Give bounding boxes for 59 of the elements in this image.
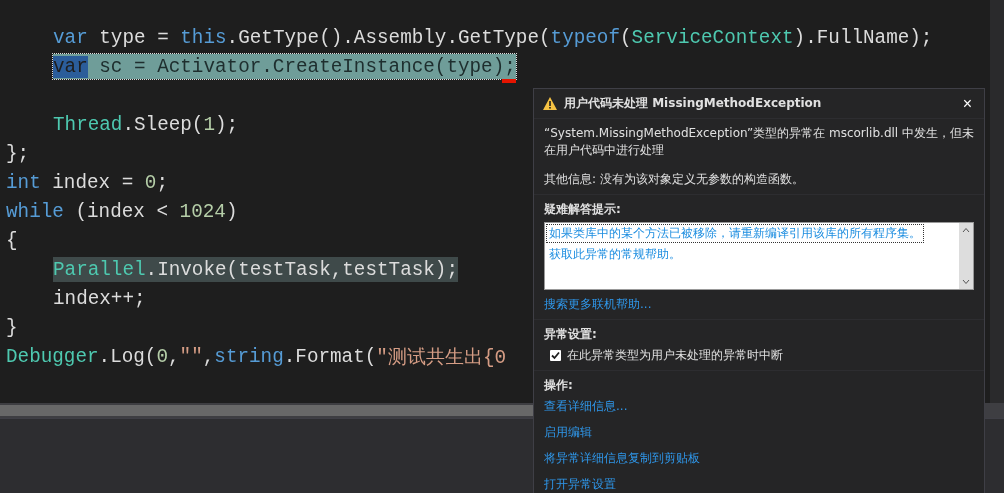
- code-token: Parallel: [53, 258, 146, 281]
- section-heading: 疑难解答提示:: [544, 201, 622, 218]
- break-checkbox[interactable]: [550, 350, 561, 361]
- code-token: .Invoke(testTask,testTask);: [145, 258, 458, 281]
- code-token: }: [6, 316, 18, 339]
- code-token: type =: [98, 26, 170, 49]
- code-token: typeof: [550, 26, 620, 49]
- action-link[interactable]: 启用编辑: [544, 424, 974, 441]
- code-token: (index <: [74, 200, 169, 223]
- section-heading: 操作:: [544, 377, 574, 394]
- chevron-down-icon[interactable]: [962, 279, 970, 285]
- exception-message: “System.MissingMethodException”类型的异常在 mscorlib.dll 中发生，但未在用户代码中进行处理: [544, 125, 974, 159]
- code-token: 1: [203, 113, 215, 136]
- vertical-scrollbar[interactable]: [990, 0, 1004, 403]
- code-token: {: [6, 229, 18, 252]
- action-link[interactable]: 查看详细信息...: [544, 398, 974, 415]
- error-marker: [501, 79, 516, 83]
- tip-link[interactable]: 获取此异常的常规帮助。: [547, 246, 683, 263]
- code-token: ,: [168, 345, 180, 368]
- code-token: ): [225, 200, 238, 223]
- code-token: ).FullName);: [793, 26, 933, 49]
- close-button[interactable]: ×: [958, 94, 976, 113]
- code-token: ;: [156, 171, 168, 194]
- code-token: );: [215, 113, 239, 136]
- code-token: };: [6, 142, 30, 165]
- code-token: (: [620, 26, 632, 49]
- checkbox-label: 在此异常类型为用户未处理的异常时中断: [567, 347, 783, 364]
- action-link[interactable]: 将异常详细信息复制到剪贴板: [544, 450, 974, 467]
- code-token: .Format(: [283, 345, 377, 368]
- code-token: sc = Activator.CreateInstance(type);: [98, 55, 516, 78]
- code-token: ServiceContext: [631, 26, 794, 49]
- code-token: while: [6, 200, 64, 223]
- tip-link[interactable]: 如果类库中的某个方法已被移除，请重新编译引用该库的所有程序集。: [547, 225, 923, 242]
- code-token: int: [6, 171, 41, 194]
- online-help-link[interactable]: 搜索更多联机帮助...: [544, 296, 974, 313]
- chevron-up-icon[interactable]: [962, 227, 970, 233]
- code-token: index =: [51, 171, 135, 194]
- code-token: .Log(: [98, 345, 157, 368]
- code-token: 0: [156, 345, 168, 368]
- code-token: var: [53, 55, 88, 78]
- code-token: "测试共生出{0: [376, 346, 507, 370]
- code-token: var: [53, 26, 88, 49]
- code-token: .Sleep(: [122, 113, 204, 136]
- action-link[interactable]: 打开异常设置: [544, 476, 974, 493]
- exception-title: 用户代码未处理 MissingMethodException: [564, 95, 823, 112]
- code-token: 1024: [179, 200, 226, 223]
- code-token: Thread: [53, 113, 123, 136]
- code-token: 0: [144, 171, 157, 194]
- additional-info: 其他信息: 没有为该对象定义无参数的构造函数。: [544, 171, 805, 188]
- code-token: .GetType().Assembly.GetType(: [226, 26, 551, 49]
- code-token: "": [179, 345, 203, 368]
- code-token: string: [214, 345, 284, 368]
- code-token: ,: [202, 345, 215, 368]
- code-token: Debugger: [6, 345, 99, 368]
- warning-icon: [542, 96, 558, 111]
- code-token: this: [180, 26, 227, 49]
- section-heading: 异常设置:: [544, 326, 598, 343]
- tips-scrollbar[interactable]: [959, 223, 973, 289]
- code-token: index++;: [53, 287, 146, 310]
